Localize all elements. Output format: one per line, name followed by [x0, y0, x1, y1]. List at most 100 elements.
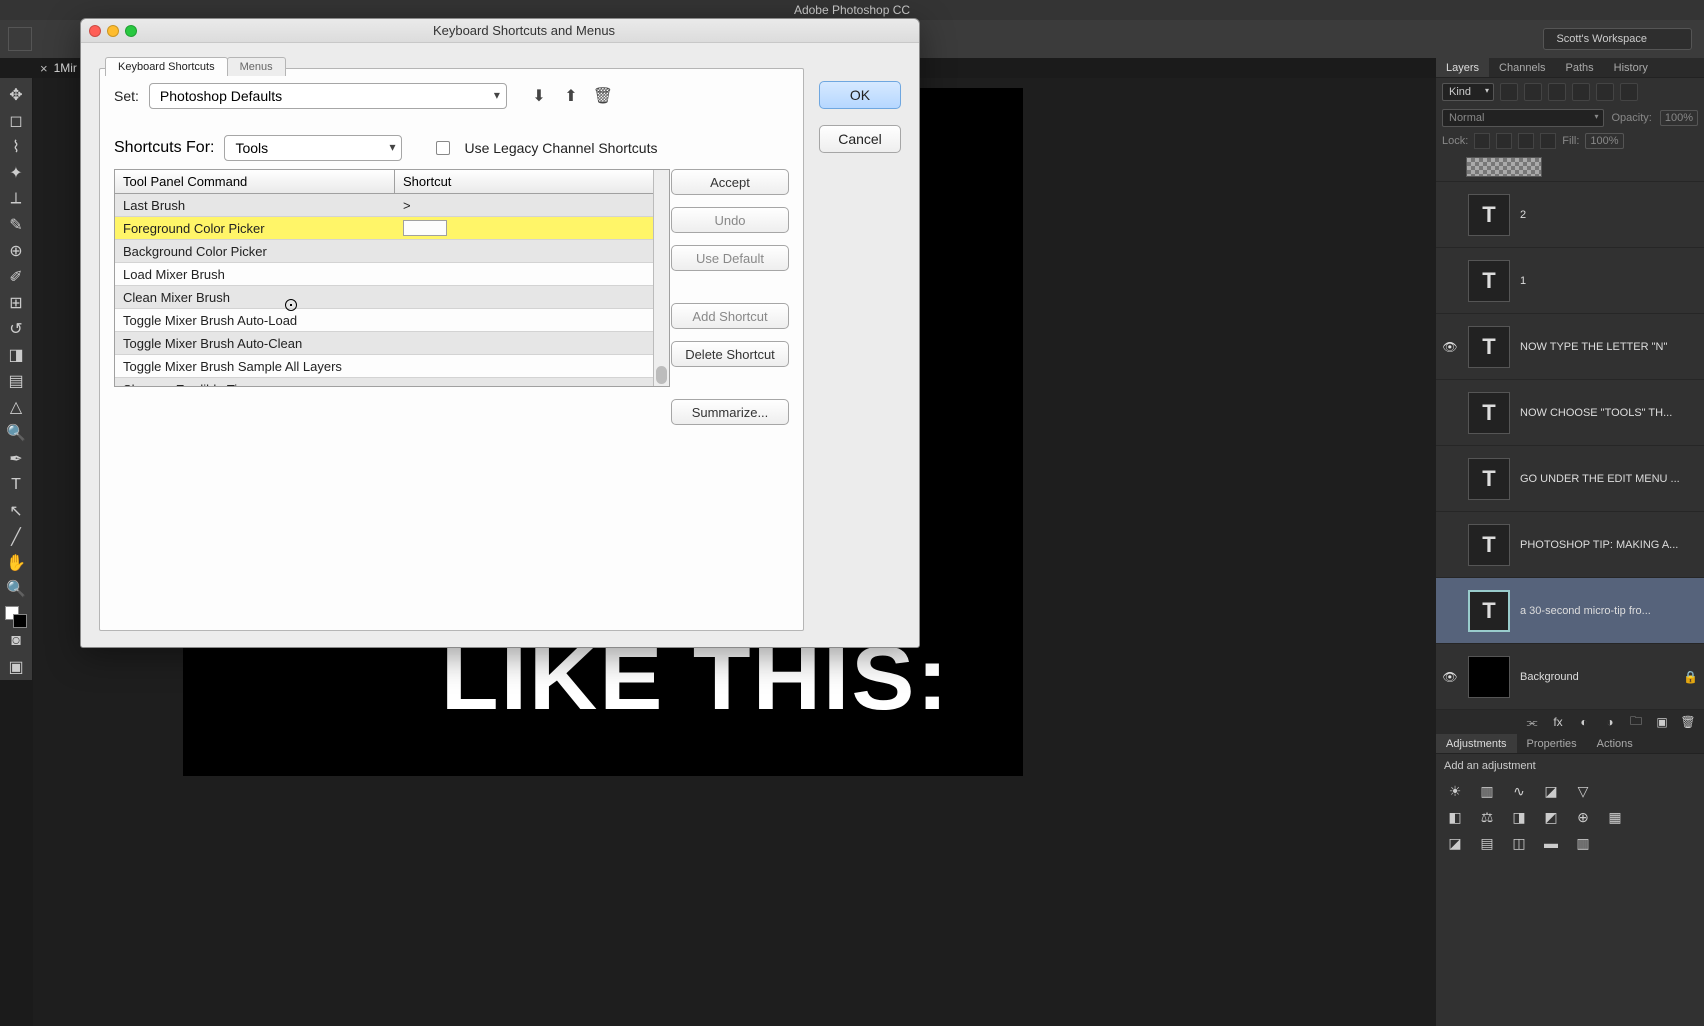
visibility-toggle[interactable] [1442, 405, 1458, 421]
visibility-toggle[interactable]: 👁 [1442, 339, 1458, 355]
zoom-tool-icon[interactable]: 🔍 [2, 576, 30, 602]
filter-toggle-icon[interactable] [1620, 83, 1638, 101]
layer-row[interactable]: T1 [1436, 248, 1704, 314]
layer-kind-filter[interactable]: Kind [1442, 83, 1494, 101]
crop-tool-icon[interactable]: ⟂ [2, 186, 30, 212]
gradient-tool-icon[interactable]: ▤ [2, 368, 30, 394]
eraser-tool-icon[interactable]: ◨ [2, 342, 30, 368]
bw-icon[interactable]: ◨ [1510, 808, 1528, 826]
minimize-window-icon[interactable] [107, 25, 119, 37]
layer-row[interactable]: T2 [1436, 182, 1704, 248]
blend-mode-select[interactable]: Normal [1442, 109, 1604, 127]
visibility-toggle[interactable] [1442, 471, 1458, 487]
type-tool-icon[interactable]: T [2, 472, 30, 498]
legacy-checkbox[interactable] [436, 141, 450, 155]
tab-adjustments[interactable]: Adjustments [1436, 734, 1517, 753]
dodge-tool-icon[interactable]: 🔍 [2, 420, 30, 446]
filter-type-icon[interactable] [1548, 83, 1566, 101]
lasso-tool-icon[interactable]: ⌇ [2, 134, 30, 160]
vibrance-icon[interactable]: ▽ [1574, 782, 1592, 800]
close-icon[interactable]: × [40, 61, 48, 76]
exposure-icon[interactable]: ◪ [1542, 782, 1560, 800]
brightness-icon[interactable]: ☀ [1446, 782, 1464, 800]
trash-icon[interactable]: 🗑 [1680, 714, 1696, 730]
layer-row[interactable]: Ta 30-second micro-tip fro... [1436, 578, 1704, 644]
layer-name[interactable]: GO UNDER THE EDIT MENU ... [1520, 473, 1698, 485]
cancel-button[interactable]: Cancel [819, 125, 901, 153]
visibility-toggle[interactable] [1442, 603, 1458, 619]
col-command[interactable]: Tool Panel Command [115, 170, 395, 193]
screenmode-icon[interactable]: ▣ [2, 654, 30, 680]
document-tab[interactable]: × 1Mir [40, 58, 77, 78]
add-shortcut-button[interactable]: Add Shortcut [671, 303, 789, 329]
accept-button[interactable]: Accept [671, 169, 789, 195]
table-row[interactable]: Clean Mixer Brush [115, 286, 669, 309]
colorbalance-icon[interactable]: ⚖ [1478, 808, 1496, 826]
shortcut-cell[interactable]: > [395, 198, 669, 213]
zoom-window-icon[interactable] [125, 25, 137, 37]
filter-smart-icon[interactable] [1596, 83, 1614, 101]
tab-layers[interactable]: Layers [1436, 58, 1489, 77]
table-row[interactable]: Foreground Color Picker [115, 217, 669, 240]
layer-row[interactable]: TPHOTOSHOP TIP: MAKING A... [1436, 512, 1704, 578]
move-tool-icon[interactable]: ✥ [2, 82, 30, 108]
wand-tool-icon[interactable]: ✦ [2, 160, 30, 186]
visibility-toggle[interactable] [1442, 207, 1458, 223]
layer-name[interactable]: 1 [1520, 275, 1698, 287]
group-icon[interactable]: 🗀 [1628, 714, 1644, 730]
dialog-titlebar[interactable]: Keyboard Shortcuts and Menus [81, 19, 919, 43]
mask-icon[interactable]: ◐ [1576, 714, 1592, 730]
layer-name[interactable]: Background [1520, 671, 1683, 683]
layer-clip-thumb[interactable] [1436, 152, 1704, 182]
filter-adjust-icon[interactable] [1524, 83, 1542, 101]
gradientmap-icon[interactable]: ▬ [1542, 834, 1560, 852]
visibility-toggle[interactable] [1442, 273, 1458, 289]
pen-tool-icon[interactable]: ✒ [2, 446, 30, 472]
table-scrollbar[interactable] [653, 170, 669, 386]
tab-channels[interactable]: Channels [1489, 58, 1555, 77]
shortcut-input[interactable] [403, 220, 447, 236]
new-layer-icon[interactable]: ▣ [1654, 714, 1670, 730]
layer-name[interactable]: a 30-second micro-tip fro... [1520, 605, 1698, 617]
tab-actions[interactable]: Actions [1587, 734, 1643, 753]
tab-paths[interactable]: Paths [1556, 58, 1604, 77]
history-brush-icon[interactable]: ↺ [2, 316, 30, 342]
curves-icon[interactable]: ∿ [1510, 782, 1528, 800]
posterize-icon[interactable]: ▤ [1478, 834, 1496, 852]
use-default-button[interactable]: Use Default [671, 245, 789, 271]
layer-row[interactable]: TGO UNDER THE EDIT MENU ... [1436, 446, 1704, 512]
layer-row[interactable]: TNOW CHOOSE "TOOLS" TH... [1436, 380, 1704, 446]
opacity-value[interactable]: 100% [1660, 110, 1698, 126]
table-row[interactable]: Toggle Mixer Brush Sample All Layers [115, 355, 669, 378]
layer-name[interactable]: PHOTOSHOP TIP: MAKING A... [1520, 539, 1698, 551]
workspace-switcher[interactable]: Scott's Workspace [1543, 28, 1692, 50]
hue-icon[interactable]: ◧ [1446, 808, 1464, 826]
close-window-icon[interactable] [89, 25, 101, 37]
layer-name[interactable]: NOW CHOOSE "TOOLS" TH... [1520, 407, 1698, 419]
table-row[interactable]: Toggle Mixer Brush Auto-Load [115, 309, 669, 332]
lock-all-icon[interactable] [1540, 133, 1556, 149]
table-row[interactable]: Load Mixer Brush [115, 263, 669, 286]
filter-pixel-icon[interactable] [1500, 83, 1518, 101]
visibility-toggle[interactable] [1442, 537, 1458, 553]
ok-button[interactable]: OK [819, 81, 901, 109]
quickmask-icon[interactable]: ◙ [2, 628, 30, 654]
tab-menus[interactable]: Menus [227, 57, 286, 76]
invert-icon[interactable]: ◪ [1446, 834, 1464, 852]
shortcut-cell[interactable] [395, 220, 669, 236]
undo-button[interactable]: Undo [671, 207, 789, 233]
fill-value[interactable]: 100% [1585, 133, 1623, 149]
save-set-icon[interactable]: ⬇ [529, 86, 549, 106]
set-select[interactable]: Photoshop Defaults [149, 83, 507, 109]
layer-name[interactable]: NOW TYPE THE LETTER "N" [1520, 341, 1698, 353]
lock-transparent-icon[interactable] [1474, 133, 1490, 149]
levels-icon[interactable]: ▥ [1478, 782, 1496, 800]
shape-tool-icon[interactable]: ╱ [2, 524, 30, 550]
hand-tool-icon[interactable]: ✋ [2, 550, 30, 576]
photofilter-icon[interactable]: ◩ [1542, 808, 1560, 826]
fx-icon[interactable]: fx [1550, 714, 1566, 730]
stamp-tool-icon[interactable]: ⊞ [2, 290, 30, 316]
marquee-tool-icon[interactable]: ◻ [2, 108, 30, 134]
brush-tool-icon[interactable]: ✐ [2, 264, 30, 290]
move-tool-icon[interactable] [8, 27, 32, 51]
